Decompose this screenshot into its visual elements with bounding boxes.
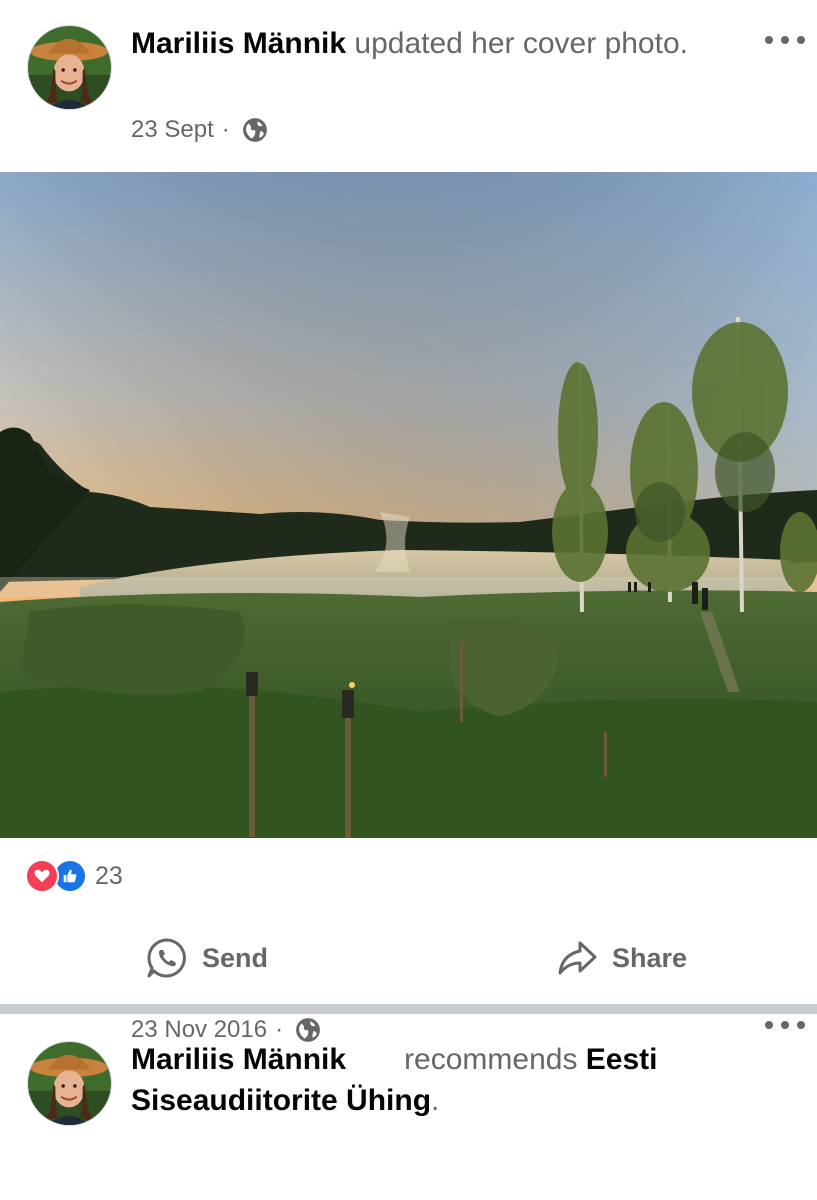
globe-icon — [242, 118, 267, 142]
dot — [765, 1021, 773, 1029]
globe-icon — [296, 1018, 321, 1042]
post-date[interactable]: 23 Nov 2016 — [131, 1016, 267, 1044]
share-arrow-icon — [558, 941, 597, 975]
post-headline: Mariliis Männik updated her cover photo. — [131, 23, 731, 64]
send-label: Send — [202, 942, 269, 973]
reactions-summary[interactable]: 23 — [25, 858, 123, 894]
love-reaction-icon — [25, 859, 59, 893]
post-header: Mariliis Männik updated her cover photo.… — [0, 0, 817, 172]
action-text: updated her cover photo. — [346, 27, 688, 60]
whatsapp-icon — [147, 938, 186, 978]
post-meta: 23 Sept · — [131, 115, 268, 145]
dot — [781, 36, 789, 44]
avatar-image — [28, 26, 111, 109]
dot — [797, 36, 805, 44]
share-label: Share — [612, 942, 688, 973]
avatar[interactable] — [27, 1041, 112, 1126]
action-text: recommends — [404, 1043, 586, 1076]
dot — [781, 1021, 789, 1029]
post-header: Mariliis Männik recommends Eesti Siseaudi… — [0, 1015, 817, 1200]
dot — [797, 1021, 805, 1029]
meta-separator: · — [275, 1016, 284, 1043]
post-actions: Send Share — [0, 930, 817, 986]
author-name[interactable]: Mariliis Männik — [131, 27, 346, 60]
more-options-button[interactable] — [765, 1015, 805, 1035]
avatar-image — [28, 1042, 111, 1125]
send-button[interactable]: Send — [146, 930, 268, 986]
share-button[interactable]: Share — [556, 930, 687, 986]
cover-photo[interactable] — [0, 172, 817, 838]
reaction-count[interactable]: 23 — [95, 862, 123, 891]
trailing-period: . — [431, 1084, 440, 1117]
author-name[interactable]: Mariliis Männik — [131, 1043, 346, 1076]
post-date[interactable]: 23 Sept — [131, 116, 214, 144]
avatar[interactable] — [27, 25, 112, 110]
feed-divider — [0, 1004, 817, 1014]
post-headline: Mariliis Männik recommends Eesti Siseaudi… — [131, 1039, 731, 1121]
post-meta: 23 Nov 2016 · — [131, 1015, 321, 1045]
meta-separator: · — [221, 116, 230, 143]
dot — [765, 36, 773, 44]
more-options-button[interactable] — [765, 30, 805, 50]
